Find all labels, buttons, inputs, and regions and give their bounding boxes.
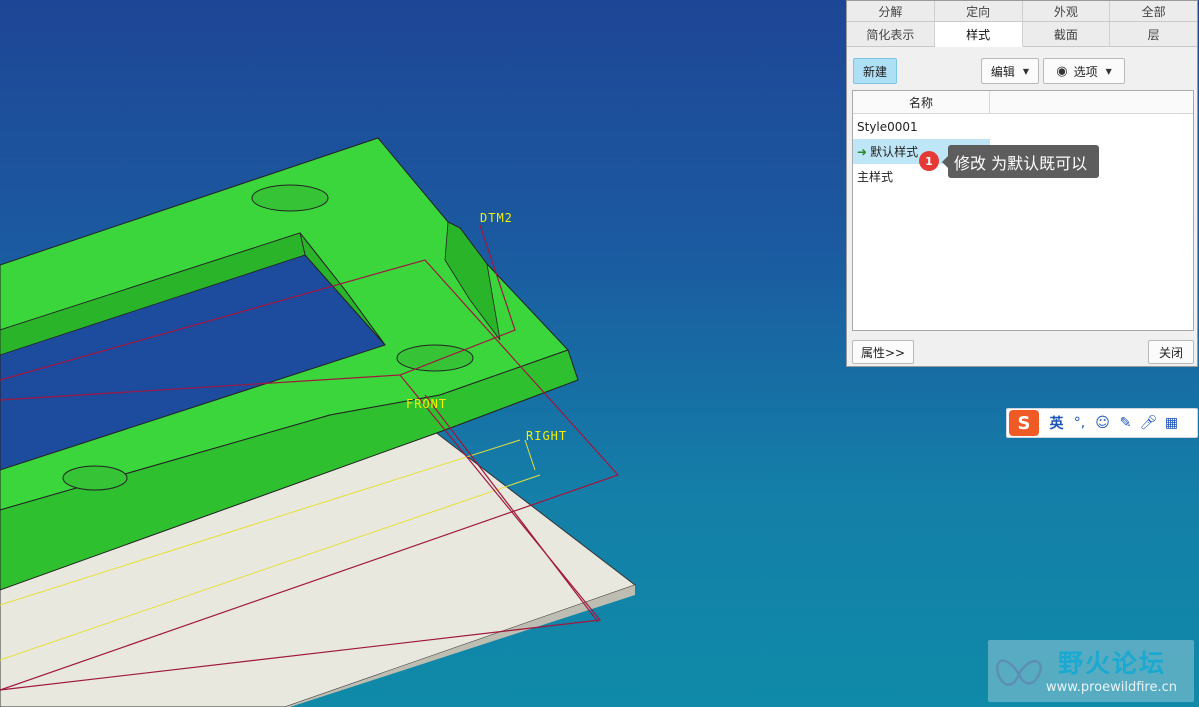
step-badge: 1 xyxy=(919,151,939,171)
datum-right-marker xyxy=(524,439,536,471)
pen-icon[interactable]: ✎ xyxy=(1114,415,1137,431)
view-manager-panel: 分解 定向 外观 全部 简化表示 样式 截面 层 新建 编辑 ▼ ◉ 选项 ▼ … xyxy=(846,0,1198,367)
emoji-icon[interactable]: ☺ xyxy=(1091,415,1114,431)
datum-label-right: RIGHT xyxy=(526,429,567,443)
watermark: 野火论坛 www.proewildfire.cn xyxy=(988,640,1194,702)
tab-section[interactable]: 截面 xyxy=(1022,22,1111,46)
ime-logo-icon[interactable]: S xyxy=(1009,410,1039,436)
list-item-label: Style0001 xyxy=(857,119,918,134)
edit-dropdown[interactable]: 编辑 ▼ xyxy=(981,58,1039,84)
list-item-label: 主样式 xyxy=(857,170,894,184)
hole xyxy=(396,344,474,372)
butterfly-logo-icon xyxy=(995,659,1042,686)
hole xyxy=(251,184,329,212)
tab-style[interactable]: 样式 xyxy=(934,22,1023,47)
tab-explode[interactable]: 分解 xyxy=(847,1,935,21)
eye-icon: ◉ xyxy=(1056,63,1068,79)
hole xyxy=(62,465,128,491)
tab-appearance[interactable]: 外观 xyxy=(1022,1,1111,21)
options-dropdown[interactable]: ◉ 选项 ▼ xyxy=(1043,58,1125,84)
annotation-text: 修改 为默认既可以 xyxy=(954,153,1088,173)
tab-layer[interactable]: 层 xyxy=(1110,22,1197,46)
close-button[interactable]: 关闭 xyxy=(1148,340,1194,364)
new-button[interactable]: 新建 xyxy=(853,58,897,84)
column-header-name[interactable]: 名称 xyxy=(853,91,990,113)
properties-button[interactable]: 属性>> xyxy=(852,340,914,364)
edit-label: 编辑 xyxy=(990,64,1015,79)
watermark-title: 野火论坛 xyxy=(1058,649,1167,678)
ime-language-toggle[interactable]: 英 xyxy=(1045,413,1068,433)
datum-label-front: FRONT xyxy=(406,397,447,411)
tab-row-top: 分解 定向 外观 全部 xyxy=(847,1,1197,22)
chevron-down-icon: ▼ xyxy=(1022,66,1030,76)
tab-row-bottom: 简化表示 样式 截面 层 xyxy=(847,22,1197,47)
tab-orient[interactable]: 定向 xyxy=(934,1,1023,21)
chevron-down-icon: ▼ xyxy=(1105,66,1112,76)
mic-icon[interactable]: 🎤︎ xyxy=(1137,415,1160,431)
watermark-url: www.proewildfire.cn xyxy=(1046,680,1177,695)
ime-toolbar: S 英 °, ☺ ✎ 🎤︎ ▦ xyxy=(1006,408,1198,438)
options-label: 选项 xyxy=(1073,64,1098,79)
ime-punctuation-toggle[interactable]: °, xyxy=(1068,415,1091,431)
panel-toolbar: 新建 编辑 ▼ ◉ 选项 ▼ xyxy=(847,47,1197,89)
tab-all[interactable]: 全部 xyxy=(1110,1,1197,21)
list-item-label: 默认样式 xyxy=(870,145,919,159)
datum-label-dtm2: DTM2 xyxy=(480,211,513,225)
annotation-tooltip: 修改 为默认既可以 xyxy=(942,145,1099,178)
list-item[interactable]: Style0001 xyxy=(853,114,1193,139)
green-arrow-icon: ➜ xyxy=(857,144,868,159)
list-header: 名称 xyxy=(853,91,1193,114)
tab-simplified-rep[interactable]: 简化表示 xyxy=(847,22,935,46)
grid-icon[interactable]: ▦ xyxy=(1160,415,1183,431)
style-list: 名称 Style0001 ➜ 默认样式 主样式 xyxy=(852,90,1194,331)
